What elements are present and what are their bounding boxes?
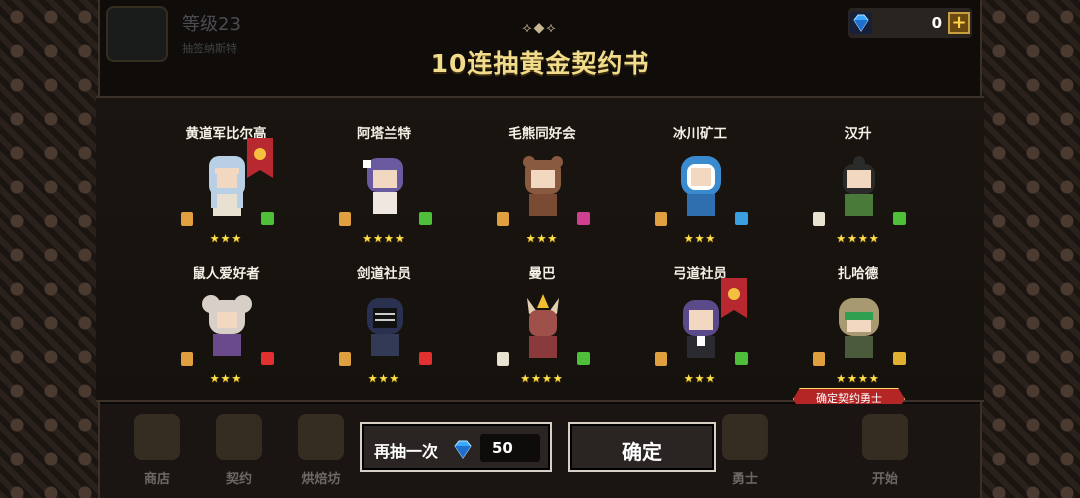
draw-results-panel: 黄道军比尔高 ★★★ 阿塔兰特 ★★★★ 毛熊同好会 ★★★ 冰川矿工 ★★★ … <box>96 96 984 402</box>
star-rating: ★★★ <box>209 372 243 385</box>
element-icon <box>893 352 906 365</box>
hero-sprite <box>367 298 403 356</box>
contract-scroll-icon <box>339 212 351 226</box>
hero-name: 扎哈德 <box>837 266 879 282</box>
contract-icon <box>216 414 262 460</box>
menu-contract[interactable]: 契约 <box>204 410 274 494</box>
menu-label: 烘焙坊 <box>301 472 341 487</box>
gem-balance: 0 + <box>848 8 972 38</box>
hero-sprite <box>683 300 719 358</box>
hero-name: 阿塔兰特 <box>357 126 411 142</box>
menu-start[interactable]: 开始 <box>850 410 920 494</box>
element-icon <box>893 212 906 225</box>
hero-name: 汉升 <box>844 126 872 142</box>
element-icon <box>419 212 432 225</box>
contract-scroll-icon <box>497 212 509 226</box>
contract-scroll-icon <box>813 352 825 366</box>
hero-sprite <box>681 156 721 216</box>
menu-shop[interactable]: 商店 <box>122 410 192 494</box>
page-title: 10连抽黄金契约书 <box>430 49 650 78</box>
element-icon <box>577 212 590 225</box>
hero-name: 弓道社员 <box>673 266 727 282</box>
menu-label: 契约 <box>225 472 252 487</box>
diamond-icon <box>850 12 872 34</box>
hero-icon <box>722 414 768 460</box>
hero-name: 黄道军比尔高 <box>185 126 267 142</box>
hero-card[interactable]: 黄道军比尔高 ★★★ <box>151 98 301 245</box>
star-rating: ★★★ <box>367 372 401 385</box>
hero-name: 冰川矿工 <box>673 126 727 142</box>
hero-card[interactable]: 汉升 ★★★★ <box>783 98 933 245</box>
hero-card[interactable]: 剑道社员 ★★★ <box>309 238 459 385</box>
menu-label: 商店 <box>143 472 170 487</box>
contract-scroll-icon <box>339 352 351 366</box>
shop-icon <box>134 414 180 460</box>
hero-card[interactable]: 扎哈德 ★★★★ <box>783 238 933 385</box>
hero-sprite <box>523 156 563 216</box>
element-icon <box>419 352 432 365</box>
hero-name: 毛熊同好会 <box>508 126 576 142</box>
hero-card[interactable]: 阿塔兰特 ★★★★ <box>309 98 459 245</box>
contract-scroll-icon <box>181 212 193 226</box>
hero-sprite <box>363 158 403 214</box>
player-profile: 等级23 抽签纳斯特 <box>106 6 316 62</box>
player-level: 等级23 <box>182 14 241 35</box>
confirm-button[interactable]: 确定 <box>568 422 716 472</box>
hero-card[interactable]: 鼠人爱好者 ★★★ <box>151 238 301 385</box>
diamond-icon <box>454 440 472 459</box>
hero-name: 剑道社员 <box>357 266 411 282</box>
contract-scroll-icon <box>813 212 825 226</box>
draw-again-label: 再抽一次 <box>374 442 439 461</box>
contract-scroll-icon <box>655 352 667 366</box>
star-rating: ★★★ <box>683 372 717 385</box>
hero-sprite <box>209 156 245 216</box>
hero-card[interactable]: 弓道社员 ★★★ <box>625 238 775 385</box>
hero-name: 鼠人爱好者 <box>192 266 260 282</box>
menu-bakery[interactable]: 烘焙坊 <box>286 410 356 494</box>
hero-sprite <box>527 294 559 358</box>
title-ornament-icon: ⟡◆⟡ <box>522 20 558 36</box>
hero-sprite <box>843 156 875 216</box>
star-rating: ★★★★ <box>520 372 564 385</box>
draw-cost: 50 <box>480 434 540 462</box>
bakery-icon <box>298 414 344 460</box>
menu-label: 勇士 <box>731 472 758 487</box>
contract-scroll-icon <box>497 352 509 366</box>
hero-name: 曼巴 <box>528 266 556 282</box>
gem-count: 0 <box>931 14 942 32</box>
element-icon <box>735 212 748 225</box>
element-icon <box>577 352 590 365</box>
element-icon <box>261 352 274 365</box>
element-icon <box>735 352 748 365</box>
right-ornate-border <box>980 0 1080 498</box>
start-icon <box>862 414 908 460</box>
add-gems-button[interactable]: + <box>948 12 970 34</box>
player-subtitle: 抽签纳斯特 <box>182 42 237 55</box>
contract-scroll-icon <box>181 352 193 366</box>
star-rating: ★★★★ <box>836 372 880 385</box>
menu-hero[interactable]: 勇士 <box>710 410 780 494</box>
confirm-label: 确定 <box>622 440 662 464</box>
hero-sprite <box>202 295 252 356</box>
contract-scroll-icon <box>655 212 667 226</box>
avatar <box>106 6 168 62</box>
element-icon <box>261 212 274 225</box>
left-ornate-border <box>0 0 100 498</box>
hero-sprite <box>839 298 879 358</box>
hero-card[interactable]: 冰川矿工 ★★★ <box>625 98 775 245</box>
hero-card[interactable]: 曼巴 ★★★★ <box>467 238 617 385</box>
hero-card[interactable]: 毛熊同好会 ★★★ <box>467 98 617 245</box>
draw-again-button[interactable]: 再抽一次 50 <box>360 422 552 472</box>
menu-label: 开始 <box>871 472 898 487</box>
